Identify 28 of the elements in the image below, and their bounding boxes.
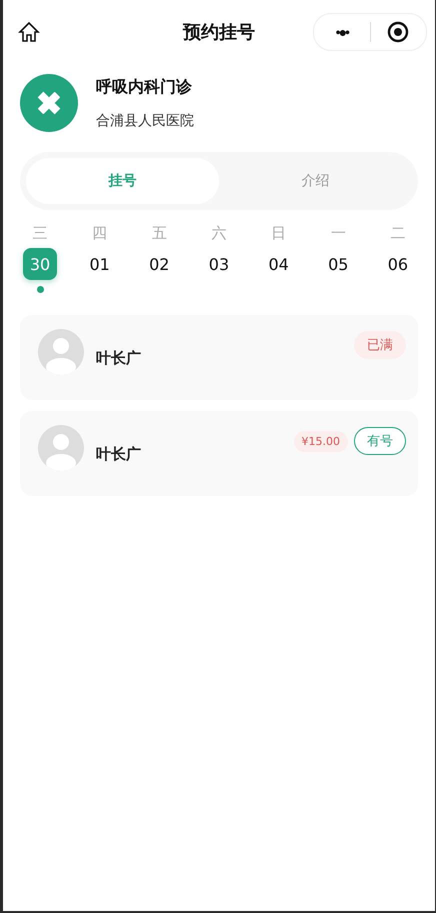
weekday-label: 六	[211, 224, 226, 244]
weekday-label: 三	[32, 224, 48, 244]
date-button[interactable]: 02	[142, 248, 176, 280]
close-icon[interactable]	[387, 21, 410, 43]
weekday-label: 一	[330, 224, 346, 244]
doctor-name: 叶长广	[96, 445, 141, 464]
department-logo-icon	[20, 74, 78, 132]
home-icon[interactable]	[17, 20, 41, 44]
price-tag: ¥15.00	[294, 430, 348, 452]
weekday-label: 二	[390, 224, 406, 244]
hospital-name: 合浦县人民医院	[96, 112, 194, 130]
date-button[interactable]: 04	[262, 248, 296, 280]
department-name: 呼吸内科门诊	[96, 76, 193, 98]
doctor-card[interactable]: 叶长广 ¥15.00 有号	[20, 411, 418, 496]
more-button[interactable]: •●•	[314, 14, 370, 50]
date-button[interactable]: 05	[321, 248, 356, 280]
weekday-label: 日	[271, 224, 286, 244]
avatar-icon	[38, 425, 84, 471]
date-button[interactable]: 06	[380, 248, 415, 280]
doctor-name: 叶长广	[96, 349, 141, 368]
weekday-label: 五	[152, 224, 167, 244]
avatar-icon	[38, 329, 84, 375]
doctor-card[interactable]: 叶长广 已满	[20, 315, 418, 400]
selected-dot-icon	[36, 286, 44, 293]
weekday-label: 四	[92, 224, 108, 244]
date-button[interactable]: 01	[82, 248, 117, 280]
date-button[interactable]: 03	[202, 248, 236, 280]
page-title: 预约挂号	[183, 21, 255, 44]
